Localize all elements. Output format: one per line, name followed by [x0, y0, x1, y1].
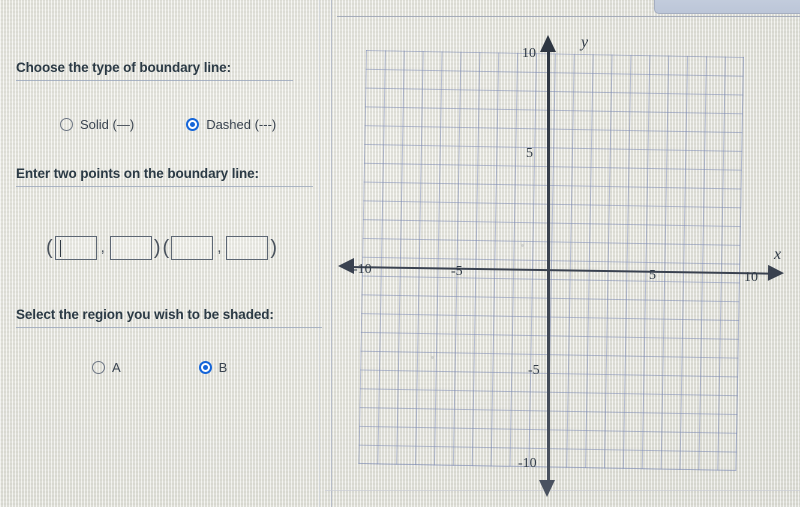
close-paren-2: ) [270, 237, 278, 259]
points-entry-row: ( , ) ( , ) [45, 236, 278, 260]
panel-divider [331, 0, 332, 507]
y-axis-arrow-up-icon [540, 35, 556, 52]
grid-area [358, 50, 744, 471]
x-axis-arrow-left-icon [338, 258, 354, 274]
point2-y-input[interactable] [226, 236, 269, 260]
grid-lines-icon [358, 50, 744, 471]
enter-two-points-heading: Enter two points on the boundary line: [16, 166, 259, 181]
y-axis-arrow-down-icon [539, 480, 555, 497]
heading-underline-3 [16, 327, 322, 328]
comma-2: , [217, 239, 222, 256]
close-paren-1: ) [153, 237, 161, 259]
radio-region-b-icon[interactable] [198, 361, 212, 374]
radio-region-a-label: A [112, 360, 121, 375]
x-tick-label-5: 5 [649, 268, 656, 283]
y-tick-label-5: 5 [526, 146, 533, 161]
x-axis-arrow-right-icon [767, 264, 785, 282]
radio-option-a[interactable]: A [92, 360, 121, 375]
radio-region-b-label: B [218, 360, 228, 375]
heading-underline-2 [16, 186, 313, 187]
coordinate-plane[interactable]: 10 5 -5 -10 -10 -5 5 10 y x [336, 18, 800, 497]
open-paren-1: ( [46, 237, 53, 259]
point2-x-input[interactable] [171, 236, 214, 260]
radio-option-b[interactable]: B [198, 360, 228, 375]
point1-y-input[interactable] [109, 236, 152, 260]
radio-solid-icon[interactable] [60, 118, 73, 131]
y-tick-label-neg10: -10 [518, 456, 537, 471]
boundary-line-type-options: Solid (—) Dashed (---) [60, 117, 276, 132]
heading-underline-1 [16, 80, 293, 81]
top-divider [337, 16, 800, 17]
boundary-line-type-heading: Choose the type of boundary line: [16, 60, 231, 75]
x-axis-label: x [774, 246, 782, 263]
x-tick-label-10: 10 [744, 270, 758, 285]
select-shaded-region-heading: Select the region you wish to be shaded: [16, 307, 274, 322]
question-panel: Choose the type of boundary line: Solid … [0, 0, 331, 507]
photo-speck [521, 244, 524, 247]
comma-1: , [100, 239, 105, 256]
radio-solid-label: Solid (—) [80, 117, 135, 132]
radio-dashed-icon[interactable] [186, 118, 200, 131]
y-tick-label-neg5: -5 [528, 363, 540, 378]
x-tick-label-neg5: -5 [451, 264, 463, 279]
radio-dashed-label: Dashed (---) [206, 117, 277, 132]
radio-region-a-icon[interactable] [92, 361, 105, 374]
radio-option-dashed[interactable]: Dashed (---) [186, 117, 276, 132]
y-axis-line [547, 46, 550, 490]
x-tick-label-neg10: -10 [353, 262, 372, 277]
shaded-region-options: A B [92, 360, 227, 375]
radio-option-solid[interactable]: Solid (—) [60, 117, 134, 132]
point1-x-input[interactable] [54, 236, 97, 260]
bottom-divider [325, 490, 800, 491]
photo-speck [431, 356, 434, 359]
y-tick-label-10: 10 [522, 46, 536, 61]
top-toolbar-chip[interactable] [654, 0, 800, 14]
y-axis-label: y [581, 34, 589, 51]
open-paren-2: ( [162, 237, 170, 259]
